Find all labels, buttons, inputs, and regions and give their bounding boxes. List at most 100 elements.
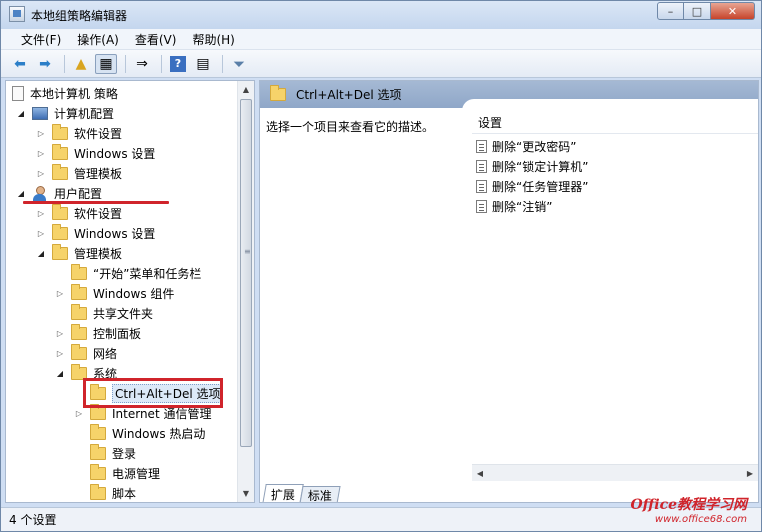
tree-item-label: 登录	[112, 446, 137, 461]
settings-horizontal-scrollbar[interactable]: ◀ ▶	[472, 464, 758, 481]
tree-item-computer-config[interactable]: ◢ 计算机配置	[16, 103, 114, 123]
minimize-button[interactable]: –	[657, 2, 684, 20]
tree-item-windows-settings[interactable]: ▷ Windows 设置	[36, 143, 155, 163]
tree-item-shared-folders[interactable]: 共享文件夹	[55, 303, 153, 323]
scroll-right-arrow-icon[interactable]: ▶	[742, 465, 758, 481]
folder-icon	[71, 343, 87, 360]
folder-up-icon[interactable]: ▲	[70, 54, 92, 74]
menu-help[interactable]: 帮助(H)	[184, 31, 242, 48]
user-icon	[32, 185, 48, 201]
toolbar-separator	[64, 54, 65, 73]
tree-item-local-policy[interactable]: 本地计算机 策略	[12, 83, 118, 103]
scroll-down-arrow-icon[interactable]: ▼	[238, 485, 254, 502]
policy-setting-icon	[476, 159, 487, 173]
tree-item-admin-templates[interactable]: ▷ 管理模板	[36, 163, 122, 183]
toolbar: ⬅ ➡ ▲ ▦ ⇒ ? ▤ ⏷	[1, 50, 761, 78]
toolbar-separator	[161, 54, 162, 73]
maximize-button[interactable]: □	[684, 2, 711, 20]
folder-icon	[52, 123, 68, 140]
tree-item-admin-templates[interactable]: ◢ 管理模板	[36, 243, 122, 263]
column-header-settings[interactable]: 设置	[472, 112, 758, 134]
show-hide-tree-icon[interactable]: ▦	[95, 53, 117, 74]
tree-item-label: Windows 组件	[93, 286, 175, 301]
menu-bar: 文件(F) 操作(A) 查看(V) 帮助(H)	[1, 29, 761, 50]
tab-label: 标准	[307, 489, 332, 503]
expand-open-icon[interactable]: ◢	[36, 249, 46, 258]
expand-closed-icon[interactable]: ▷	[36, 169, 46, 178]
tree-item-label: 本地计算机 策略	[30, 86, 118, 101]
details-pane: Ctrl+Alt+Del 选项 选择一个项目来查看它的描述。 设置 删除“更改密…	[259, 80, 759, 503]
tree-item-scripts[interactable]: 脚本	[74, 483, 137, 502]
setting-row[interactable]: 删除“注销”	[476, 196, 552, 216]
tree-item-power-management[interactable]: 电源管理	[74, 463, 160, 483]
tab-standard[interactable]: 标准	[299, 486, 341, 503]
tree-item-start-menu-taskbar[interactable]: “开始”菜单和任务栏	[55, 263, 201, 283]
tree-item-control-panel[interactable]: ▷ 控制面板	[55, 323, 141, 343]
filter-icon[interactable]: ⏷	[228, 54, 250, 74]
expand-open-icon[interactable]: ◢	[16, 109, 26, 118]
setting-row[interactable]: 删除“更改密码”	[476, 136, 576, 156]
expand-closed-icon[interactable]: ▷	[36, 129, 46, 138]
expand-open-icon[interactable]: ◢	[55, 369, 65, 378]
tree-item-logon[interactable]: 登录	[74, 443, 136, 463]
expand-closed-icon[interactable]: ▷	[36, 229, 46, 238]
policy-setting-icon	[476, 199, 487, 213]
folder-icon	[90, 443, 106, 460]
policy-setting-icon	[476, 179, 487, 193]
setting-row[interactable]: 删除“任务管理器”	[476, 176, 588, 196]
expand-closed-icon[interactable]: ▷	[36, 209, 46, 218]
tree-item-label: Windows 设置	[74, 226, 156, 241]
tab-extended[interactable]: 扩展	[262, 484, 304, 502]
tree-item-label: 电源管理	[112, 466, 161, 481]
tree-item-windows-settings[interactable]: ▷ Windows 设置	[36, 223, 155, 243]
tree-item-label: 管理模板	[74, 166, 123, 181]
expand-closed-icon[interactable]: ▷	[74, 409, 84, 418]
tree-item-software-settings[interactable]: ▷ 软件设置	[36, 123, 122, 143]
help-button[interactable]: ?	[167, 54, 189, 74]
tree-item-windows-components[interactable]: ▷ Windows 组件	[55, 283, 174, 303]
scroll-left-arrow-icon[interactable]: ◀	[472, 465, 488, 481]
menu-action[interactable]: 操作(A)	[69, 31, 127, 48]
folder-icon	[71, 323, 87, 340]
expand-closed-icon[interactable]: ▷	[55, 289, 65, 298]
tree-item-windows-hotstart[interactable]: Windows 热启动	[74, 423, 205, 443]
tree-item-label: 计算机配置	[54, 106, 115, 121]
folder-icon	[52, 143, 68, 160]
tree-item-network[interactable]: ▷ 网络	[55, 343, 117, 363]
setting-label: 删除“注销”	[492, 199, 553, 214]
properties-icon[interactable]: ▤	[192, 54, 214, 74]
scroll-thumb[interactable]: ≡	[240, 99, 252, 447]
watermark: Office教程学习网 www.office68.com	[630, 494, 747, 525]
caption-buttons: – □ ✕	[657, 2, 755, 20]
scroll-up-arrow-icon[interactable]: ▲	[238, 81, 254, 98]
expand-closed-icon[interactable]: ▷	[36, 149, 46, 158]
menu-view[interactable]: 查看(V)	[127, 31, 185, 48]
tree-pane[interactable]: 本地计算机 策略 ◢ 计算机配置 ▷ 软件设置 ▷ Windows 设置 ▷ 管…	[5, 80, 255, 503]
menu-file[interactable]: 文件(F)	[13, 31, 69, 48]
expand-open-icon[interactable]: ◢	[16, 189, 26, 198]
export-list-icon[interactable]: ⇒	[131, 54, 153, 74]
tree-item-label: 管理模板	[74, 246, 123, 261]
folder-icon	[90, 463, 106, 480]
tree-item-label: “开始”菜单和任务栏	[93, 266, 202, 281]
watermark-title: Office教程学习网	[630, 497, 747, 513]
tree-item-user-config[interactable]: ◢ 用户配置	[16, 183, 102, 203]
expand-closed-icon[interactable]: ▷	[55, 349, 65, 358]
tree-item-label: Windows 热启动	[112, 426, 206, 441]
annotation-highlight-box	[83, 378, 223, 408]
back-arrow-icon[interactable]: ⬅	[9, 54, 31, 74]
title-bar[interactable]: 本地组策略编辑器 – □ ✕	[1, 1, 761, 29]
setting-row[interactable]: 删除“锁定计算机”	[476, 156, 588, 176]
setting-label: 删除“任务管理器”	[492, 179, 589, 194]
expand-closed-icon[interactable]: ▷	[55, 329, 65, 338]
tree-vertical-scrollbar[interactable]: ▲ ≡ ▼	[237, 81, 254, 502]
tree-item-label: 脚本	[112, 486, 137, 501]
scroll-grip-icon: ≡	[244, 247, 251, 256]
folder-icon	[71, 263, 87, 280]
folder-icon	[90, 403, 106, 420]
tree-item-software-settings[interactable]: ▷ 软件设置	[36, 203, 122, 223]
forward-arrow-icon[interactable]: ➡	[34, 54, 56, 74]
setting-label: 删除“更改密码”	[492, 139, 577, 154]
folder-icon	[71, 303, 87, 320]
close-button[interactable]: ✕	[711, 2, 755, 20]
